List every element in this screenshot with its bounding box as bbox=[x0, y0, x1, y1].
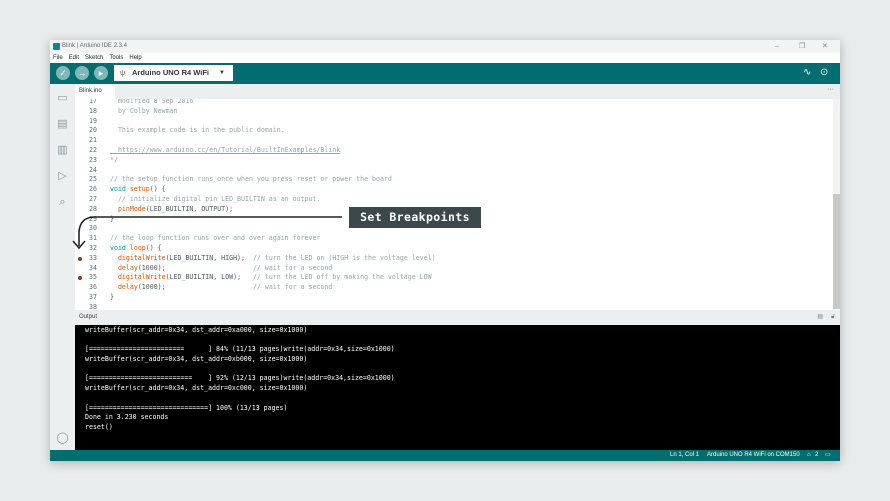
set-breakpoints-callout: Set Breakpoints bbox=[349, 207, 481, 228]
callout-arrow bbox=[72, 216, 342, 250]
